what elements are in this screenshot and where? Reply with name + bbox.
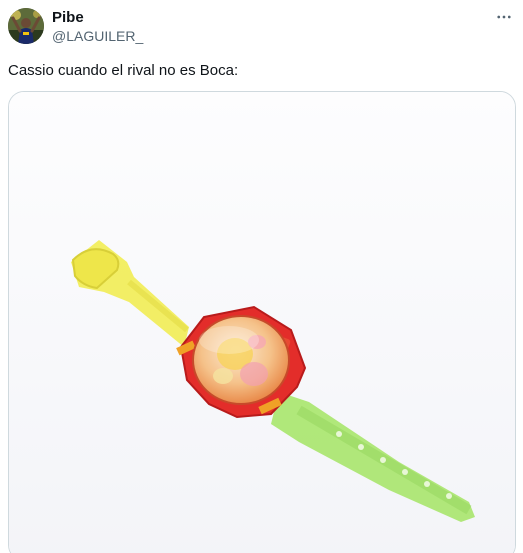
author-display-name[interactable]: Pibe [52, 9, 84, 27]
watch-photo [9, 92, 515, 553]
more-horizontal-icon [497, 15, 511, 19]
avatar[interactable] [8, 8, 44, 44]
author-handle[interactable]: @LAGUILER_ [52, 27, 143, 45]
avatar-image [8, 8, 44, 44]
tweet-card: Pibe @LAGUILER_ Cassio cuando el rival n… [0, 0, 523, 553]
tweet-text: Cassio cuando el rival no es Boca: [8, 62, 239, 79]
more-options-button[interactable] [493, 6, 515, 28]
tweet-media[interactable] [8, 91, 516, 553]
